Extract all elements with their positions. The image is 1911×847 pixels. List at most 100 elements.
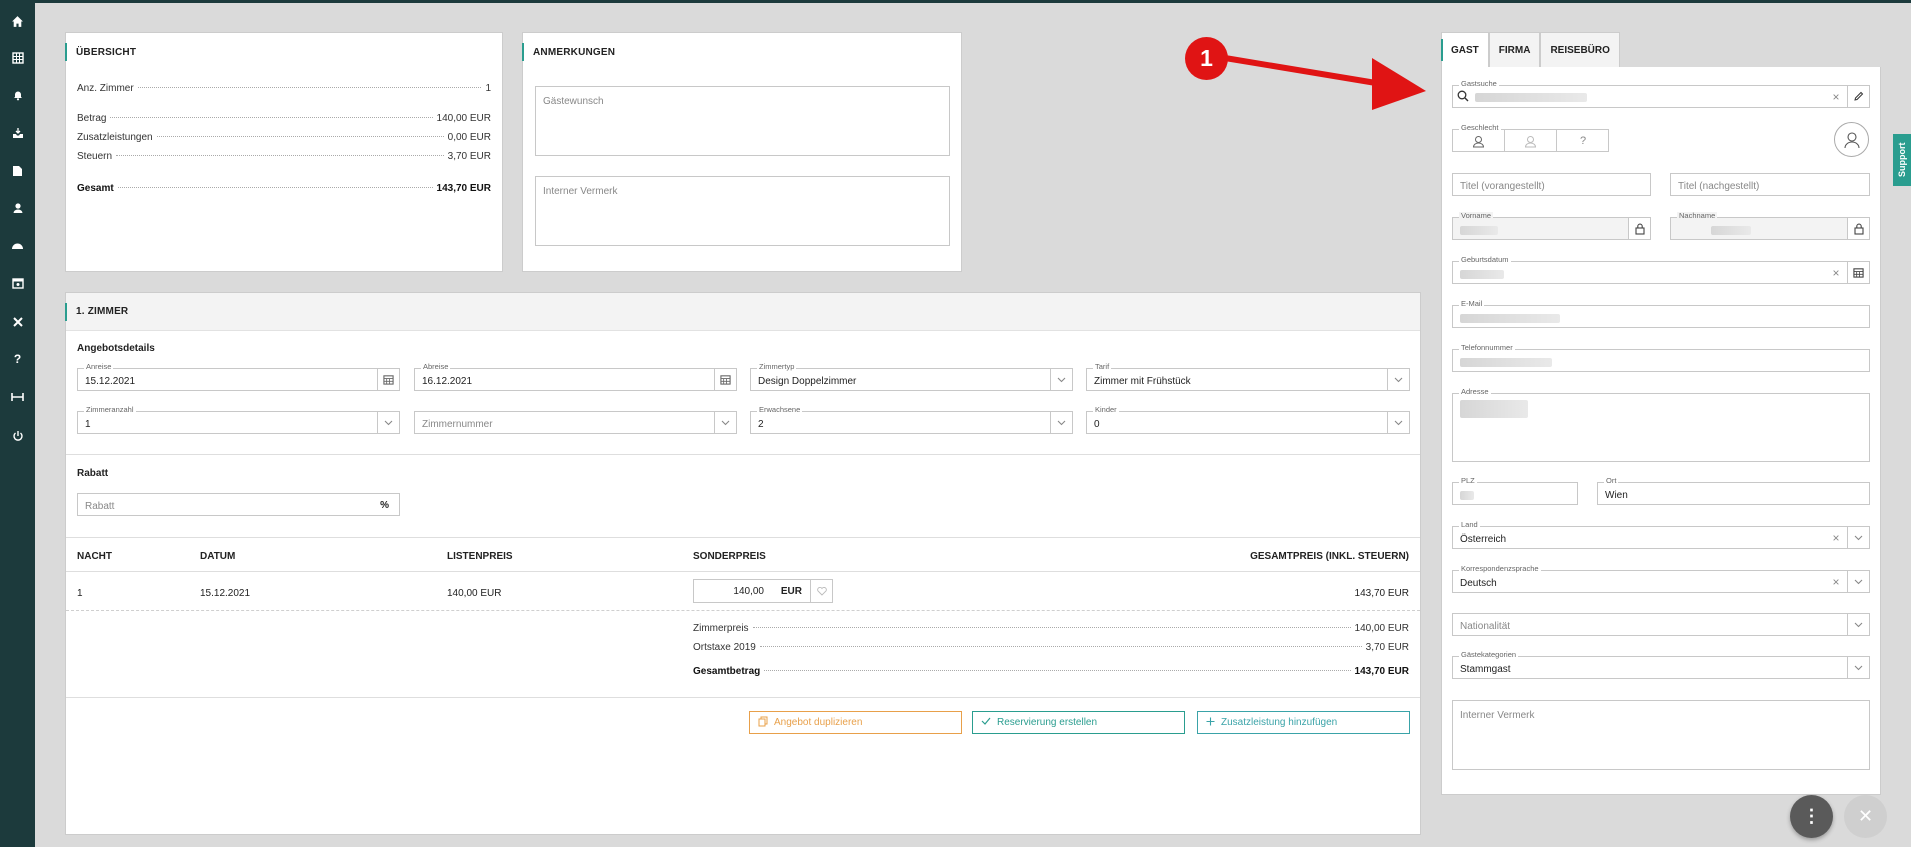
- heart-icon[interactable]: [810, 580, 832, 602]
- room-type-select[interactable]: Zimmertyp Design Doppelzimmer: [750, 363, 1073, 391]
- chevron-down-icon[interactable]: [1387, 369, 1409, 390]
- guest-category-value: Stammgast: [1460, 664, 1511, 675]
- tab-guest[interactable]: GAST: [1441, 32, 1489, 68]
- calendar-icon[interactable]: [0, 273, 35, 293]
- phone-field[interactable]: Telefonnummer: [1452, 344, 1870, 372]
- tools-icon[interactable]: [0, 312, 35, 332]
- chevron-down-icon[interactable]: [1050, 412, 1072, 433]
- nationality-select[interactable]: Nationalität: [1452, 613, 1870, 636]
- gender-selector[interactable]: Geschlecht ?: [1452, 124, 1609, 152]
- help-icon[interactable]: ?: [0, 349, 35, 369]
- email-field[interactable]: E-Mail: [1452, 300, 1870, 328]
- chevron-down-icon[interactable]: [1847, 614, 1869, 635]
- special-price-input[interactable]: 140,00 EUR: [693, 579, 833, 603]
- bell-icon[interactable]: [0, 85, 35, 105]
- guest-wish-textarea[interactable]: Gästewunsch: [535, 86, 950, 156]
- chevron-down-icon[interactable]: [1847, 571, 1869, 592]
- zip-field[interactable]: PLZ: [1452, 477, 1578, 505]
- email-label: E-Mail: [1459, 299, 1485, 308]
- home-icon[interactable]: [0, 11, 35, 31]
- guest-search-label: Gastsuche: [1459, 79, 1499, 88]
- row-value: 3,70 EUR: [1365, 642, 1409, 653]
- lastname-field[interactable]: Nachname: [1670, 212, 1870, 240]
- summary-room-count: Anz. Zimmer 1: [77, 83, 491, 94]
- rate-label: Tarif: [1093, 362, 1112, 371]
- fab-menu-button[interactable]: ⋮: [1790, 795, 1833, 838]
- inbox-icon[interactable]: [0, 123, 35, 143]
- clear-icon[interactable]: ×: [1825, 571, 1847, 592]
- departure-value: 16.12.2021: [422, 376, 473, 387]
- user-icon[interactable]: [0, 198, 35, 218]
- rate-select[interactable]: Tarif Zimmer mit Frühstück: [1086, 363, 1410, 391]
- children-select[interactable]: Kinder 0: [1086, 406, 1410, 434]
- birthdate-field[interactable]: Geburtsdatum ×: [1452, 256, 1870, 284]
- chevron-down-icon[interactable]: [1847, 657, 1869, 678]
- chevron-down-icon[interactable]: [1050, 369, 1072, 390]
- notes-title: ANMERKUNGEN: [522, 33, 961, 71]
- country-select[interactable]: Land Österreich ×: [1452, 521, 1870, 549]
- room-count-select[interactable]: Zimmeranzahl 1: [77, 406, 400, 434]
- guest-internal-note-textarea[interactable]: Interner Vermerk: [1452, 700, 1870, 770]
- calendar-icon[interactable]: [1847, 262, 1869, 283]
- address-field[interactable]: Adresse: [1452, 388, 1870, 462]
- search-icon: [1457, 90, 1469, 105]
- annotation-badge: 1: [1185, 37, 1228, 80]
- departure-date-field[interactable]: Abreise 16.12.2021: [414, 363, 737, 391]
- tab-travel-agency[interactable]: REISEBÜRO: [1540, 32, 1620, 68]
- tab-company[interactable]: FIRMA: [1488, 32, 1541, 68]
- chevron-down-icon[interactable]: [714, 412, 736, 433]
- room-number-select[interactable]: Zimmernummer: [414, 411, 737, 434]
- arrival-date-field[interactable]: Anreise 15.12.2021: [77, 363, 400, 391]
- lock-icon[interactable]: [1847, 218, 1869, 239]
- discount-placeholder: Rabatt: [85, 501, 115, 512]
- guest-category-select[interactable]: Gästekategorien Stammgast: [1452, 651, 1870, 679]
- edit-icon[interactable]: [1847, 86, 1869, 107]
- female-icon[interactable]: [1505, 130, 1557, 152]
- firstname-field[interactable]: Vorname: [1452, 212, 1651, 240]
- dashboard-icon[interactable]: [0, 236, 35, 256]
- title-suffix-input[interactable]: Titel (nachgestellt): [1670, 173, 1870, 196]
- duplicate-offer-button[interactable]: Angebot duplizieren: [749, 711, 962, 734]
- document-icon[interactable]: [0, 161, 35, 181]
- title-prefix-input[interactable]: Titel (vorangestellt): [1452, 173, 1651, 196]
- chevron-down-icon[interactable]: [377, 412, 399, 433]
- create-reservation-button[interactable]: Reservierung erstellen: [972, 711, 1185, 734]
- city-field[interactable]: Ort Wien: [1597, 477, 1870, 505]
- phone-value: [1460, 356, 1552, 369]
- departure-label: Abreise: [421, 362, 451, 371]
- lock-icon[interactable]: [1628, 218, 1650, 239]
- room-type-label: Zimmertyp: [757, 362, 797, 371]
- arrival-value: 15.12.2021: [85, 376, 136, 387]
- calendar-icon[interactable]: [377, 369, 399, 390]
- guest-search-field[interactable]: Gastsuche ×: [1452, 80, 1870, 108]
- chevron-down-icon[interactable]: [1387, 412, 1409, 433]
- support-tab[interactable]: Support: [1893, 134, 1911, 186]
- clear-icon[interactable]: ×: [1825, 527, 1847, 548]
- nationality-placeholder: Nationalität: [1460, 621, 1511, 632]
- rate-value: Zimmer mit Frühstück: [1094, 376, 1191, 387]
- guest-search-value: [1475, 92, 1587, 103]
- arrival-label: Anreise: [84, 362, 114, 371]
- adults-select[interactable]: Erwachsene 2: [750, 406, 1073, 434]
- chevron-down-icon[interactable]: [1847, 527, 1869, 548]
- clear-icon[interactable]: ×: [1825, 262, 1847, 283]
- birthdate-label: Geburtsdatum: [1459, 255, 1511, 264]
- grid-icon[interactable]: [0, 48, 35, 68]
- divider: [66, 697, 1420, 698]
- bed-icon[interactable]: [0, 387, 35, 407]
- row-label: Zimmerpreis: [693, 623, 749, 634]
- unknown-gender-button[interactable]: ?: [1557, 130, 1609, 152]
- add-service-button[interactable]: Zusatzleistung hinzufügen: [1197, 711, 1410, 734]
- percent-suffix: %: [380, 500, 389, 511]
- avatar[interactable]: [1834, 122, 1869, 157]
- language-select[interactable]: Korrespondenzsprache Deutsch ×: [1452, 565, 1870, 593]
- power-icon[interactable]: [0, 426, 35, 446]
- fab-close-button[interactable]: ✕: [1844, 795, 1887, 838]
- guest-internal-note-placeholder: Interner Vermerk: [1460, 710, 1535, 721]
- discount-input[interactable]: Rabatt %: [77, 493, 400, 516]
- calendar-icon[interactable]: [714, 369, 736, 390]
- clear-icon[interactable]: ×: [1825, 86, 1847, 107]
- internal-note-textarea[interactable]: Interner Vermerk: [535, 176, 950, 246]
- zip-value: [1460, 489, 1474, 502]
- male-icon[interactable]: [1453, 130, 1505, 152]
